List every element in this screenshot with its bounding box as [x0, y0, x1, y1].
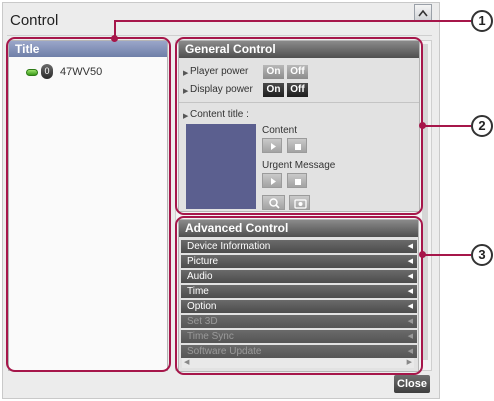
callout-number-2: 2 — [471, 115, 493, 137]
callout-highlight-1 — [6, 37, 171, 372]
callout-dot-3 — [419, 251, 426, 258]
callout-line-2 — [423, 125, 471, 127]
callout-highlight-2 — [175, 37, 423, 215]
callout-dot-2 — [419, 122, 426, 129]
callout-number-3: 3 — [471, 244, 493, 266]
callout-highlight-3 — [175, 216, 423, 375]
callout-line-3 — [423, 254, 471, 256]
callout-number-1: 1 — [471, 10, 493, 32]
close-button[interactable]: Close — [394, 375, 430, 393]
header-divider — [7, 35, 432, 36]
chevron-up-icon — [418, 9, 428, 17]
window-title: Control — [10, 12, 59, 29]
callout-line-1 — [114, 20, 471, 22]
callout-dot-1 — [111, 35, 118, 42]
